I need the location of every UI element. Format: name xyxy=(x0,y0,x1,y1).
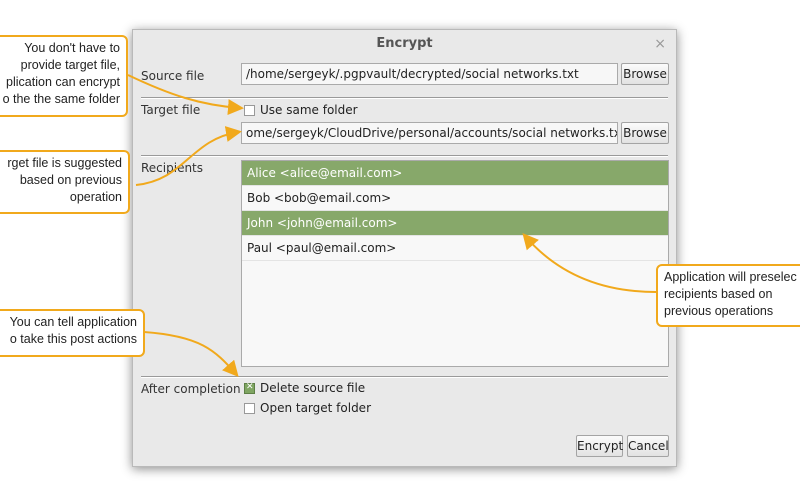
source-file-field[interactable]: /home/sergeyk/.pgpvault/decrypted/social… xyxy=(241,63,618,85)
recipient-row[interactable]: John <john@email.com> xyxy=(242,211,668,236)
callout-target-suggested: rget file is suggested based on previous… xyxy=(0,150,130,214)
delete-source-checkbox[interactable] xyxy=(244,382,255,394)
delete-source-label: Delete source file xyxy=(260,381,366,395)
source-file-label: Source file xyxy=(141,69,205,83)
callout-post-actions: You can tell application o take this pos… xyxy=(0,309,145,357)
after-completion-label: After completion xyxy=(141,382,241,396)
open-target-checkbox[interactable] xyxy=(244,403,255,414)
recipients-label: Recipients xyxy=(141,161,204,175)
dialog-title: Encrypt xyxy=(376,36,433,51)
cancel-button[interactable]: Cancel xyxy=(627,435,669,457)
recipient-row[interactable]: Paul <paul@email.com> xyxy=(242,236,668,261)
target-browse-button[interactable]: Browse xyxy=(621,122,669,144)
use-same-folder-label: Use same folder xyxy=(260,103,358,117)
recipient-row[interactable]: Bob <bob@email.com> xyxy=(242,186,668,211)
use-same-folder-checkbox[interactable] xyxy=(244,105,255,116)
callout-target-optional: You don't have to provide target file, p… xyxy=(0,35,128,117)
target-file-label: Target file xyxy=(141,103,201,117)
target-file-field[interactable]: ome/sergeyk/CloudDrive/personal/accounts… xyxy=(241,122,618,144)
recipients-list[interactable]: Alice <alice@email.com> Bob <bob@email.c… xyxy=(241,160,669,367)
separator xyxy=(141,97,668,99)
open-target-label: Open target folder xyxy=(260,401,371,415)
encrypt-button[interactable]: Encrypt xyxy=(576,435,623,457)
callout-preselect: Application will preselec recipients bas… xyxy=(656,264,800,327)
recipient-row[interactable]: Alice <alice@email.com> xyxy=(242,161,668,186)
separator xyxy=(141,376,668,378)
source-browse-button[interactable]: Browse xyxy=(621,63,669,85)
separator xyxy=(141,155,668,157)
close-icon[interactable]: × xyxy=(654,30,666,58)
encrypt-dialog: Encrypt × Source file /home/sergeyk/.pgp… xyxy=(132,29,677,467)
